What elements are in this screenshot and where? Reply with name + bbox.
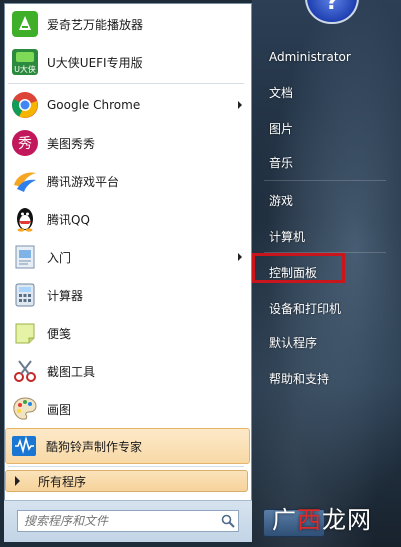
menu-item-qq[interactable]: 腾讯QQ xyxy=(7,201,250,237)
kugou-ringtone-icon xyxy=(9,431,39,461)
menu-item-label: 计算器 xyxy=(47,288,84,303)
menu-item-label: 入门 xyxy=(47,250,72,265)
udaxia-icon: U大侠 xyxy=(10,47,40,77)
right-item-pictures[interactable]: 图片 xyxy=(269,120,293,137)
menu-item-label: 腾讯游戏平台 xyxy=(47,174,120,189)
watermark-part1: 广 xyxy=(272,506,297,534)
paint-icon xyxy=(10,394,40,424)
menu-item-label: 截图工具 xyxy=(47,364,96,379)
search-box xyxy=(17,510,239,532)
watermark-part3: 龙网 xyxy=(322,506,372,534)
menu-item-label: 便笺 xyxy=(47,326,72,341)
right-item-help-support[interactable]: 帮助和支持 xyxy=(269,370,329,387)
watermark: 广西龙网 xyxy=(272,500,372,535)
submenu-arrow-icon xyxy=(238,101,242,109)
watermark-part2: 西 xyxy=(297,506,322,534)
right-item-devices-printers[interactable]: 设备和打印机 xyxy=(269,300,341,317)
all-programs-label: 所有程序 xyxy=(38,474,87,489)
chrome-icon xyxy=(10,90,40,120)
menu-item-calculator[interactable]: 计算器 xyxy=(7,277,250,313)
calculator-icon xyxy=(10,280,40,310)
meitu-icon: 秀 xyxy=(10,128,40,158)
menu-item-snipping-tool[interactable]: 截图工具 xyxy=(7,353,250,389)
menu-item-tencent-game[interactable]: 腾讯游戏平台 xyxy=(7,163,250,199)
all-programs-button[interactable]: 所有程序 xyxy=(5,470,248,492)
menu-item-iqiyi[interactable]: 爱奇艺万能播放器 xyxy=(7,6,250,42)
iqiyi-player-icon xyxy=(10,9,40,39)
search-area xyxy=(4,500,252,542)
sticky-notes-icon xyxy=(10,318,40,348)
menu-item-label: 画图 xyxy=(47,402,72,417)
menu-divider xyxy=(8,466,244,467)
menu-item-getting-started[interactable]: 入门 xyxy=(7,239,250,275)
qq-penguin-icon xyxy=(10,204,40,234)
snipping-tool-icon xyxy=(10,356,40,386)
right-item-computer[interactable]: 计算机 xyxy=(269,228,305,245)
menu-item-label: U大侠UEFI专用版 xyxy=(47,55,143,70)
menu-item-meitu[interactable]: 秀 美图秀秀 xyxy=(7,125,250,161)
right-item-documents[interactable]: 文档 xyxy=(269,84,293,101)
tencent-game-icon xyxy=(10,166,40,196)
search-icon[interactable] xyxy=(218,511,238,531)
menu-item-udaxia[interactable]: U大侠 U大侠UEFI专用版 xyxy=(7,44,250,80)
menu-item-label: 腾讯QQ xyxy=(47,212,90,227)
submenu-arrow-icon xyxy=(238,253,242,261)
udaxia-icon-text: U大侠 xyxy=(14,64,36,74)
right-item-user[interactable]: Administrator xyxy=(269,50,351,64)
meitu-icon-text: 秀 xyxy=(18,136,32,152)
menu-item-kugou-ringtone[interactable]: 酷狗铃声制作专家 xyxy=(5,428,250,464)
right-item-games[interactable]: 游戏 xyxy=(269,192,293,209)
menu-item-sticky-notes[interactable]: 便笺 xyxy=(7,315,250,351)
all-programs-arrow-icon xyxy=(15,476,20,486)
menu-item-chrome[interactable]: Google Chrome xyxy=(7,87,250,123)
getting-started-icon xyxy=(10,242,40,272)
menu-item-label: 爱奇艺万能播放器 xyxy=(47,17,144,32)
right-item-default-programs[interactable]: 默认程序 xyxy=(269,334,317,351)
control-panel-highlight-box xyxy=(252,253,345,283)
right-divider xyxy=(264,180,386,181)
right-item-music[interactable]: 音乐 xyxy=(269,154,293,171)
menu-item-paint[interactable]: 画图 xyxy=(7,391,250,427)
menu-item-label: 美图秀秀 xyxy=(47,136,96,151)
search-input[interactable] xyxy=(18,511,218,531)
menu-item-label: Google Chrome xyxy=(47,98,141,112)
menu-item-label: 酷狗铃声制作专家 xyxy=(46,439,143,454)
menu-divider xyxy=(8,83,244,84)
